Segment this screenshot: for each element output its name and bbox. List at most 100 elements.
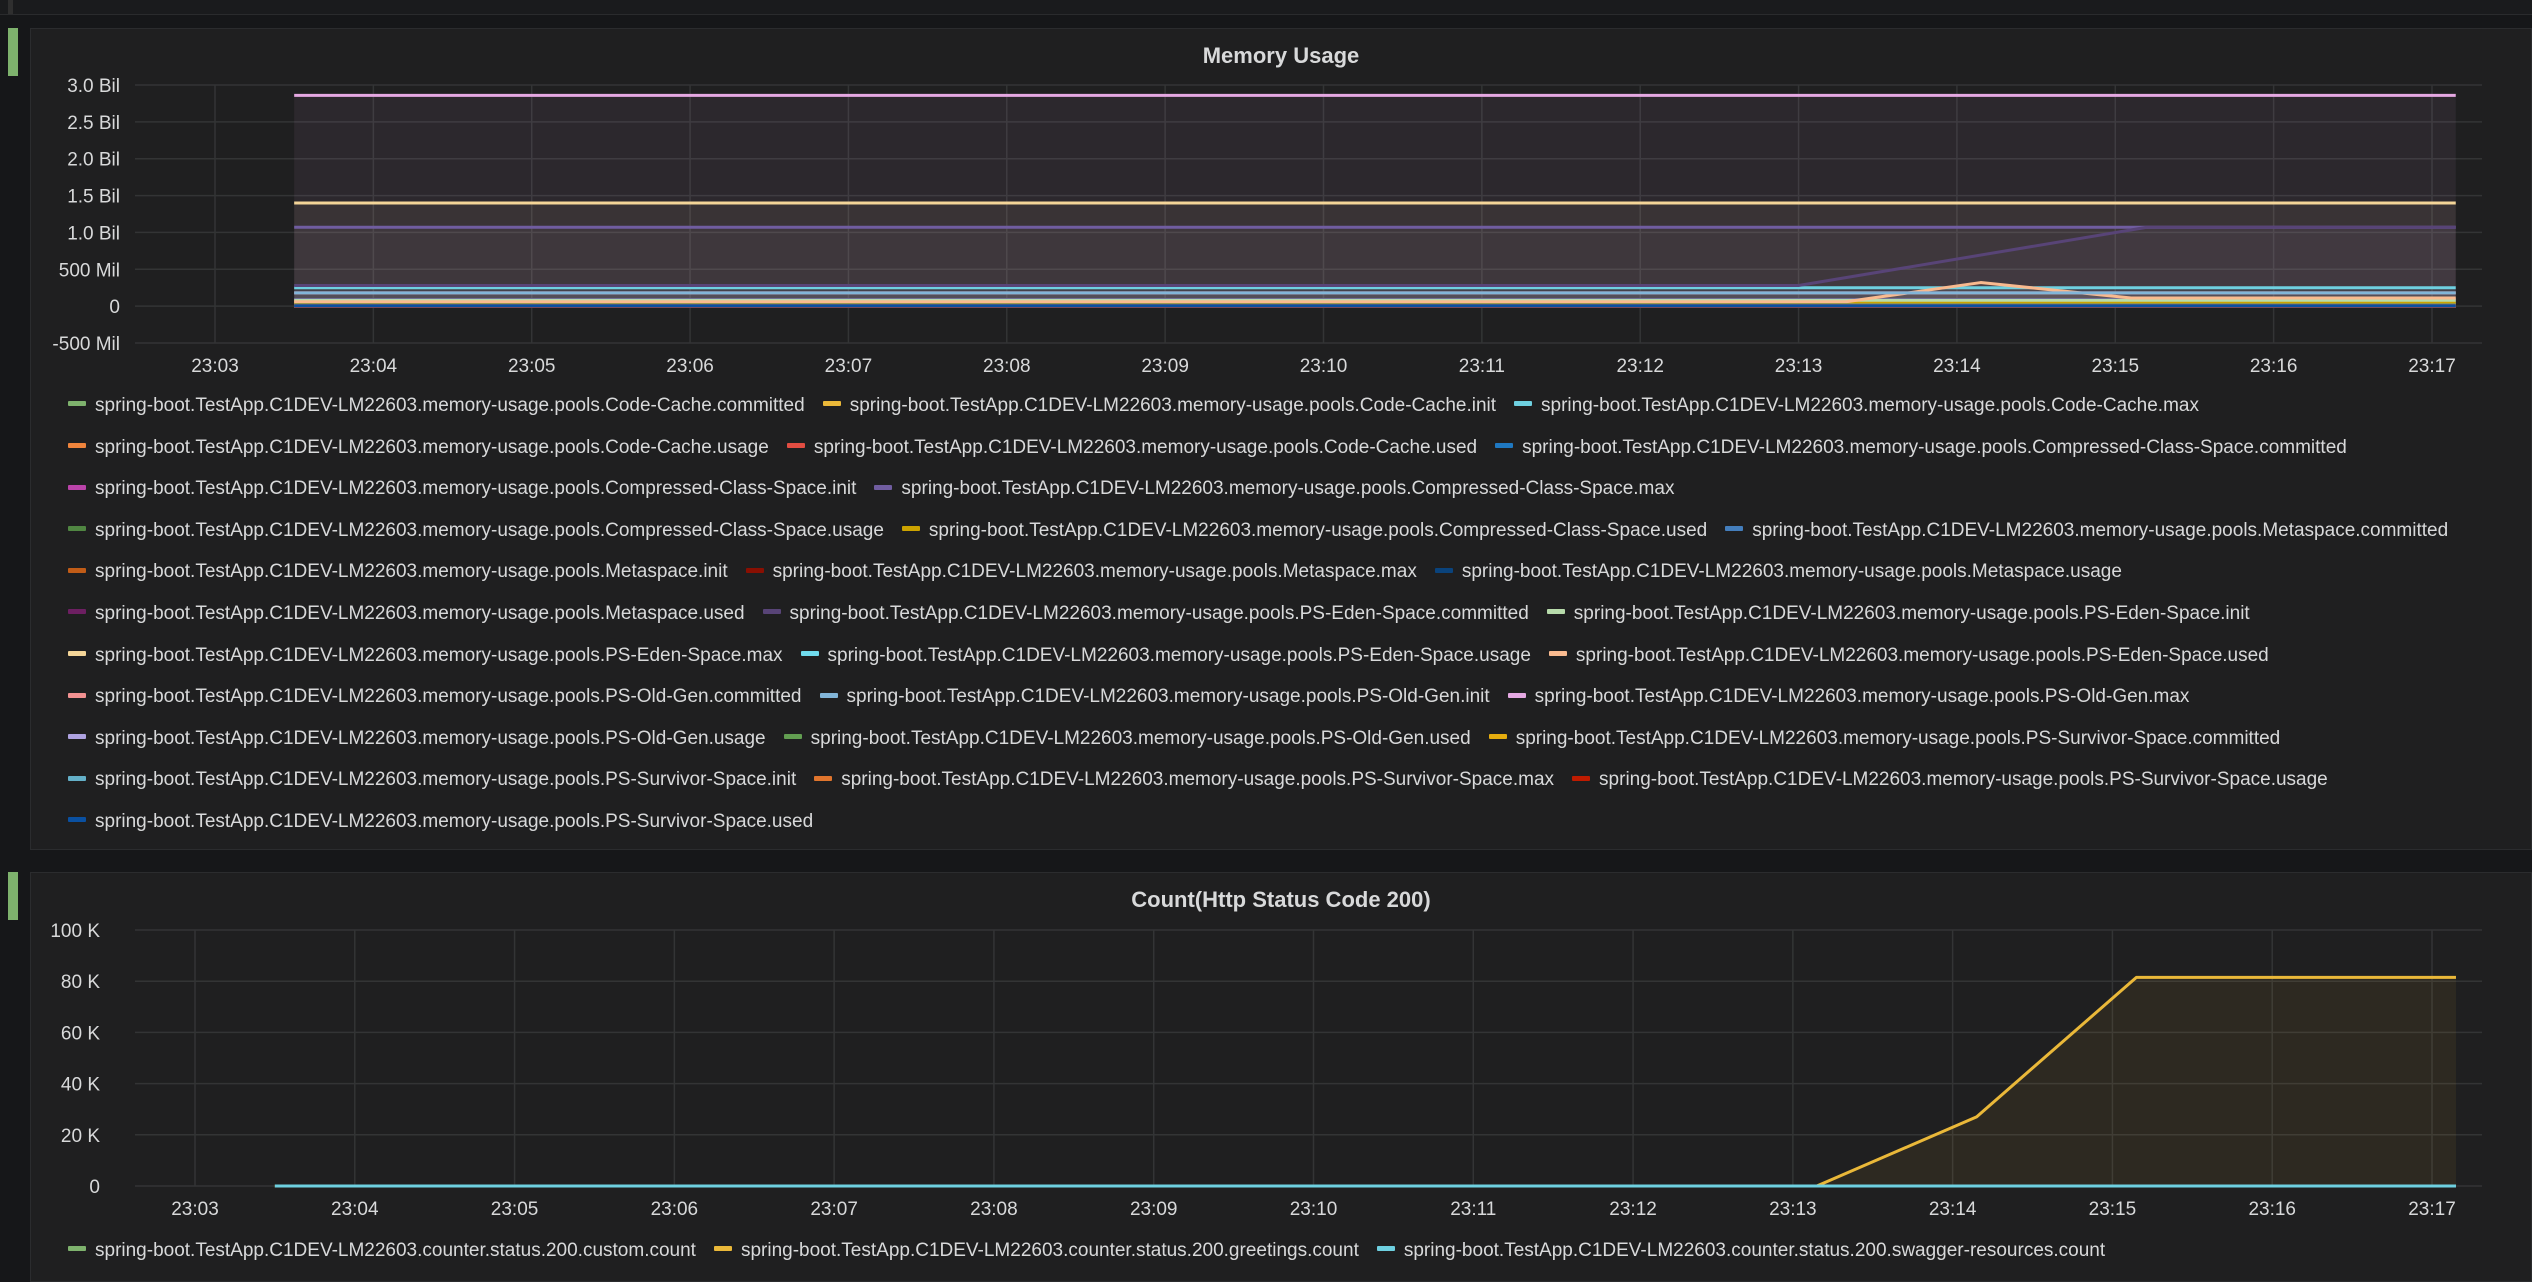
legend-item[interactable]: spring-boot.TestApp.C1DEV-LM22603.memory… [1434,551,2122,593]
legend-item[interactable]: spring-boot.TestApp.C1DEV-LM22603.memory… [68,801,813,843]
top-panel-strip [0,0,2532,15]
memory-usage-legend: spring-boot.TestApp.C1DEV-LM22603.memory… [68,385,2488,843]
legend-label: spring-boot.TestApp.C1DEV-LM22603.memory… [95,478,857,500]
legend-label: spring-boot.TestApp.C1DEV-LM22603.memory… [95,395,805,416]
legend-label: spring-boot.TestApp.C1DEV-LM22603.memory… [95,810,814,832]
legend-label: spring-boot.TestApp.C1DEV-LM22603.memory… [772,561,1417,583]
legend-swatch [1514,401,1533,407]
legend-item[interactable]: spring-boot.TestApp.C1DEV-LM22603.memory… [1488,718,2281,760]
legend-item[interactable]: spring-boot.TestApp.C1DEV-LM22603.memory… [68,510,884,552]
legend-item[interactable]: spring-boot.TestApp.C1DEV-LM22603.memory… [786,427,1478,469]
legend-item[interactable]: spring-boot.TestApp.C1DEV-LM22603.memory… [1514,385,2199,427]
legend-label: spring-boot.TestApp.C1DEV-LM22603.memory… [1575,644,2269,666]
legend-swatch [68,1246,86,1252]
legend-label: spring-boot.TestApp.C1DEV-LM22603.counte… [95,1240,696,1261]
http-status-panel: Count(Http Status Code 200) [30,872,2532,1282]
legend-item[interactable]: spring-boot.TestApp.C1DEV-LM22603.memory… [68,468,856,510]
legend-item[interactable]: spring-boot.TestApp.C1DEV-LM22603.memory… [68,635,783,677]
legend-swatch [762,609,781,615]
legend-swatch [1546,609,1565,615]
legend-label: spring-boot.TestApp.C1DEV-LM22603.memory… [1573,602,2250,624]
legend-swatch [1572,775,1591,781]
legend-item[interactable]: spring-boot.TestApp.C1DEV-LM22603.memory… [1572,759,2328,801]
legend-swatch [68,401,86,407]
legend-label: spring-boot.TestApp.C1DEV-LM22603.memory… [95,436,769,458]
panel-title[interactable]: Count(Http Status Code 200) [31,887,2531,913]
legend-label: spring-boot.TestApp.C1DEV-LM22603.memory… [901,478,1675,500]
row-collapse-bar [8,0,13,14]
legend-label: spring-boot.TestApp.C1DEV-LM22603.memory… [95,519,884,541]
legend-swatch [901,526,920,532]
legend-item[interactable]: spring-boot.TestApp.C1DEV-LM22603.memory… [745,551,1417,593]
legend-label: spring-boot.TestApp.C1DEV-LM22603.memory… [849,395,1497,416]
legend-item[interactable]: spring-boot.TestApp.C1DEV-LM22603.memory… [68,385,805,427]
legend-swatch [874,484,893,490]
legend-item[interactable]: spring-boot.TestApp.C1DEV-LM22603.memory… [1546,593,2250,635]
legend-swatch [814,775,833,781]
legend-label: spring-boot.TestApp.C1DEV-LM22603.memory… [810,727,1471,749]
legend-item[interactable]: spring-boot.TestApp.C1DEV-LM22603.memory… [901,510,1708,552]
legend-item[interactable]: spring-boot.TestApp.C1DEV-LM22603.memory… [783,718,1471,760]
legend-swatch [68,484,86,490]
legend-label: spring-boot.TestApp.C1DEV-LM22603.memory… [1515,727,2281,749]
legend-label: spring-boot.TestApp.C1DEV-LM22603.memory… [827,644,1531,666]
legend-label: spring-boot.TestApp.C1DEV-LM22603.memory… [846,686,1490,708]
legend-swatch [68,692,86,698]
legend-label: spring-boot.TestApp.C1DEV-LM22603.memory… [95,602,745,624]
legend-item[interactable]: spring-boot.TestApp.C1DEV-LM22603.memory… [68,676,802,718]
row-handle-http[interactable] [8,872,18,920]
legend-label: spring-boot.TestApp.C1DEV-LM22603.memory… [95,769,797,791]
legend-item[interactable]: spring-boot.TestApp.C1DEV-LM22603.memory… [1495,427,2347,469]
legend-item[interactable]: spring-boot.TestApp.C1DEV-LM22603.counte… [713,1230,1359,1272]
legend-label: spring-boot.TestApp.C1DEV-LM22603.memory… [1599,769,2328,791]
legend-swatch [68,817,86,823]
legend-item[interactable]: spring-boot.TestApp.C1DEV-LM22603.memory… [68,593,745,635]
legend-label: spring-boot.TestApp.C1DEV-LM22603.memory… [1752,519,2449,541]
legend-swatch [783,734,802,740]
legend-item[interactable]: spring-boot.TestApp.C1DEV-LM22603.memory… [1548,635,2269,677]
legend-label: spring-boot.TestApp.C1DEV-LM22603.memory… [789,602,1529,624]
legend-label: spring-boot.TestApp.C1DEV-LM22603.memory… [841,769,1555,791]
row-handle-memory[interactable] [8,28,18,76]
legend-item[interactable]: spring-boot.TestApp.C1DEV-LM22603.memory… [1507,676,2190,718]
legend-item[interactable]: spring-boot.TestApp.C1DEV-LM22603.counte… [1376,1230,2106,1272]
legend-item[interactable]: spring-boot.TestApp.C1DEV-LM22603.memory… [68,718,766,760]
panel-title[interactable]: Memory Usage [31,43,2531,69]
legend-label: spring-boot.TestApp.C1DEV-LM22603.memory… [95,561,728,583]
legend-swatch [68,526,86,532]
legend-label: spring-boot.TestApp.C1DEV-LM22603.counte… [1403,1240,2106,1261]
legend-swatch [68,567,86,573]
legend-swatch [1495,443,1514,449]
legend-item[interactable]: spring-boot.TestApp.C1DEV-LM22603.memory… [814,759,1554,801]
legend-label: spring-boot.TestApp.C1DEV-LM22603.counte… [740,1240,1359,1261]
legend-label: spring-boot.TestApp.C1DEV-LM22603.memory… [1461,561,2122,583]
legend-swatch [819,692,838,698]
legend-swatch [1507,692,1526,698]
legend-item[interactable]: spring-boot.TestApp.C1DEV-LM22603.memory… [822,385,1497,427]
legend-item[interactable]: spring-boot.TestApp.C1DEV-LM22603.memory… [874,468,1674,510]
legend-swatch [68,651,86,657]
legend-item[interactable]: spring-boot.TestApp.C1DEV-LM22603.memory… [68,427,769,469]
legend-item[interactable]: spring-boot.TestApp.C1DEV-LM22603.counte… [68,1230,696,1272]
legend-swatch [1725,526,1744,532]
legend-swatch [1434,567,1453,573]
legend-swatch [713,1246,732,1252]
legend-item[interactable]: spring-boot.TestApp.C1DEV-LM22603.memory… [800,635,1531,677]
legend-swatch [68,443,86,449]
legend-item[interactable]: spring-boot.TestApp.C1DEV-LM22603.memory… [68,551,728,593]
legend-label: spring-boot.TestApp.C1DEV-LM22603.memory… [813,436,1478,458]
legend-label: spring-boot.TestApp.C1DEV-LM22603.memory… [95,686,802,708]
legend-label: spring-boot.TestApp.C1DEV-LM22603.memory… [95,644,783,666]
legend-item[interactable]: spring-boot.TestApp.C1DEV-LM22603.memory… [762,593,1529,635]
legend-swatch [68,734,86,740]
legend-item[interactable]: spring-boot.TestApp.C1DEV-LM22603.memory… [1725,510,2448,552]
legend-label: spring-boot.TestApp.C1DEV-LM22603.memory… [1522,436,2347,458]
legend-swatch [1376,1246,1395,1252]
legend-item[interactable]: spring-boot.TestApp.C1DEV-LM22603.memory… [819,676,1490,718]
legend-label: spring-boot.TestApp.C1DEV-LM22603.memory… [1534,686,2190,708]
legend-item[interactable]: spring-boot.TestApp.C1DEV-LM22603.memory… [68,759,796,801]
legend-label: spring-boot.TestApp.C1DEV-LM22603.memory… [928,519,1708,541]
legend-swatch [68,775,86,781]
legend-swatch [800,651,819,657]
legend-swatch [1548,651,1567,657]
